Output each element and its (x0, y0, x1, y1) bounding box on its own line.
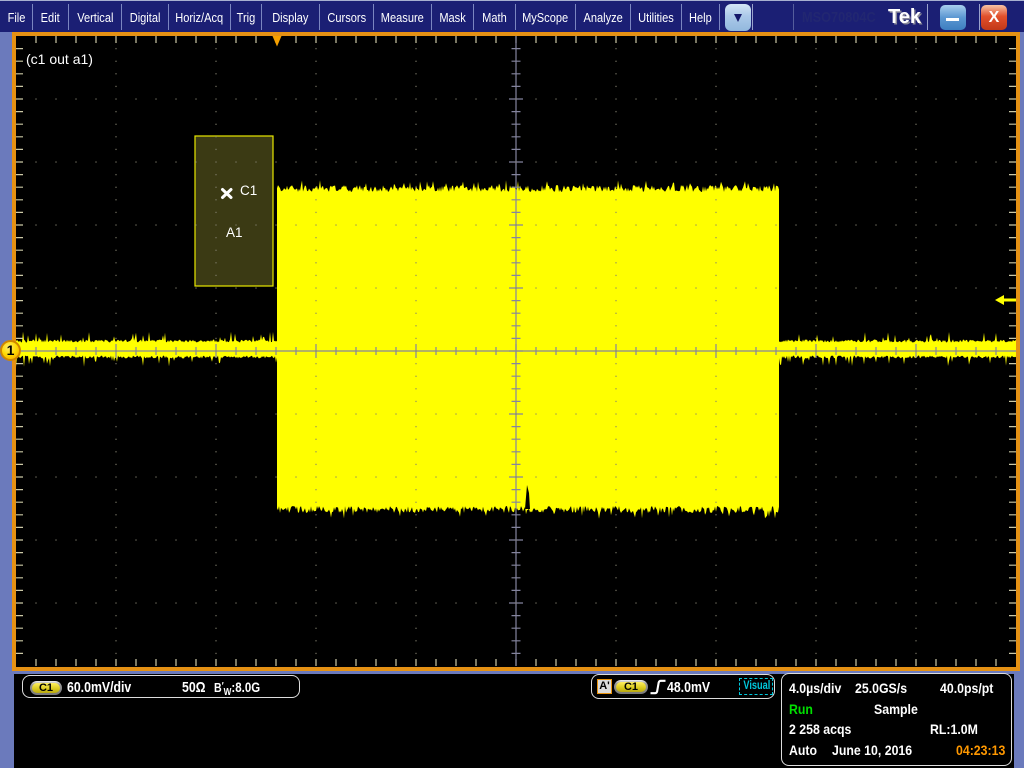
svg-text:A1: A1 (226, 225, 243, 240)
svg-text:C1: C1 (240, 183, 257, 198)
svg-text:(c1 out a1): (c1 out a1) (26, 51, 93, 67)
